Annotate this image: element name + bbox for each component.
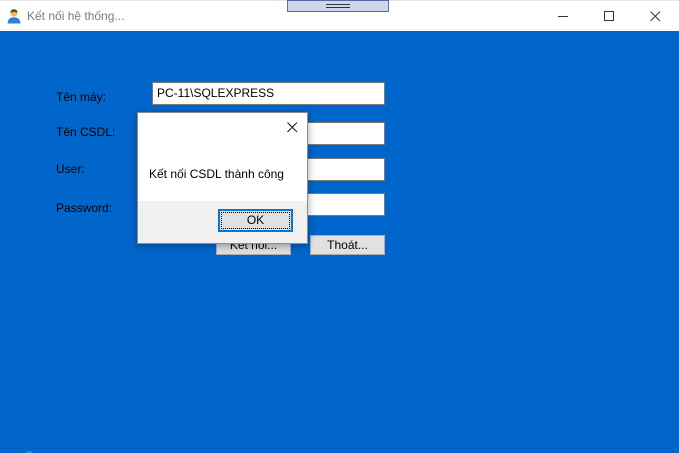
maximize-button[interactable] xyxy=(587,1,633,32)
user-app-icon xyxy=(6,8,22,24)
user-label: User: xyxy=(56,162,85,176)
exit-button[interactable]: Thoát... xyxy=(310,235,385,255)
close-button[interactable] xyxy=(633,1,679,32)
window-title: Kết nối hệ thống... xyxy=(27,9,125,23)
connection-form: Tên máy: PC-11\SQLEXPRESS Tên CSDL: User… xyxy=(0,31,679,453)
dialog-close-button[interactable] xyxy=(284,119,302,137)
minimize-button[interactable] xyxy=(541,1,587,32)
server-name-label: Tên máy: xyxy=(56,90,107,104)
drag-handle[interactable] xyxy=(287,0,389,12)
server-name-input[interactable]: PC-11\SQLEXPRESS xyxy=(152,82,385,105)
database-name-label: Tên CSDL: xyxy=(56,125,116,139)
success-dialog: Kết nối CSDL thành công OK xyxy=(137,112,308,244)
ok-button[interactable]: OK xyxy=(218,209,293,232)
dialog-message: Kết nối CSDL thành công xyxy=(149,167,284,181)
dialog-footer: OK xyxy=(138,201,307,243)
password-label: Password: xyxy=(56,201,113,215)
title-bar: Kết nối hệ thống... xyxy=(0,0,679,31)
